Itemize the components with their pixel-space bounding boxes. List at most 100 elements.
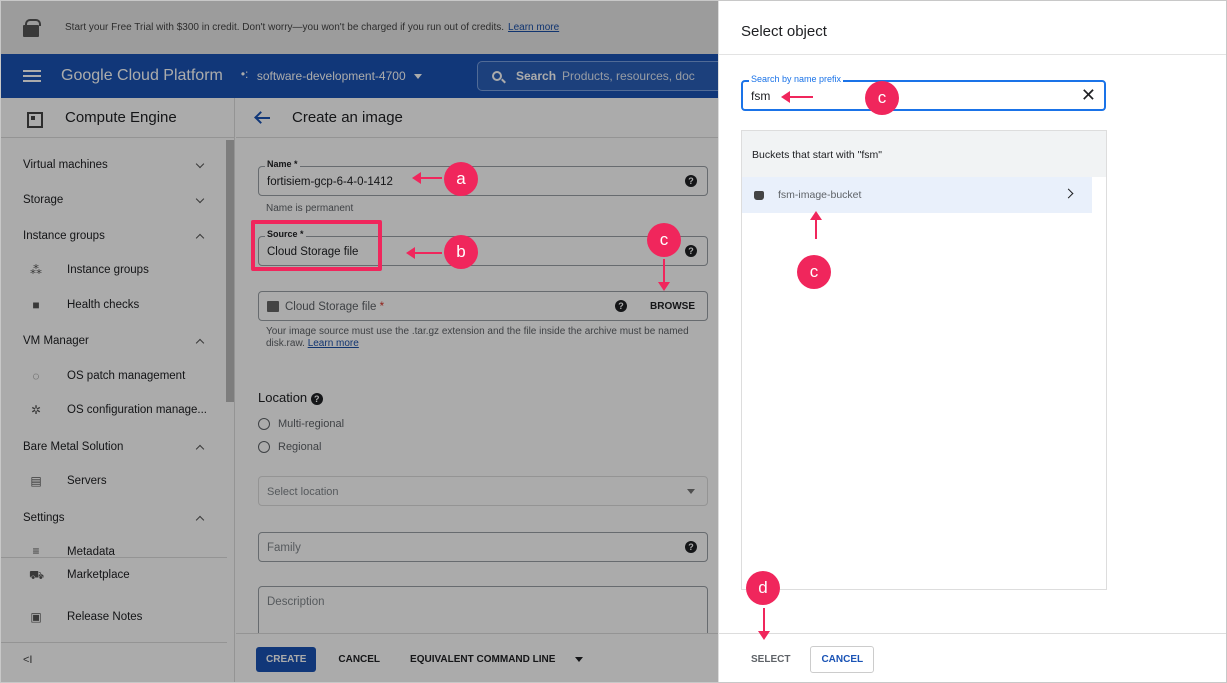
free-trial-banner: Start your Free Trial with $300 in credi… [1,1,718,54]
chevron-up-icon [195,515,205,525]
sidebar-item-marketplace[interactable]: ⛟ Marketplace [1,558,227,592]
annotation-badge-c: c [797,255,831,289]
sidebar-item-bare-metal-solution[interactable]: Bare Metal Solution [1,430,227,464]
chevron-down-icon [413,73,422,79]
sidebar-divider [1,642,227,643]
sidebar-item-instance-groups-section[interactable]: Instance groups [1,219,227,253]
bucket-list: Buckets that start with "fsm" fsm-image-… [741,130,1107,590]
annotation-arrow [658,259,670,291]
chevron-down-icon [687,489,695,494]
cancel-button[interactable]: CANCEL [338,654,380,665]
sidebar-item-label: Settings [23,512,65,524]
annotation-arrow [781,91,813,103]
sidebar-item-label: Bare Metal Solution [23,441,124,453]
sidebar-item-label: Health checks [67,299,140,311]
sidebar-scrollbar[interactable] [226,140,234,402]
location-select[interactable]: Select location [258,476,708,506]
marketplace-icon: ⛟ [29,568,45,582]
servers-icon: ▤ [30,474,42,488]
chevron-down-icon [195,159,205,169]
help-icon[interactable]: ? [685,541,697,553]
sidebar-item-release-notes[interactable]: ▣ Release Notes [1,600,227,634]
compute-engine-icon [23,108,43,128]
sidebar-item-instance-groups[interactable]: ⁂ Instance groups [1,253,227,287]
sidebar-item-os-configuration[interactable]: ✲ OS configuration manage... [1,393,227,427]
learn-more-link[interactable]: Learn more [308,338,359,349]
bucket-list-header: Buckets that start with "fsm" [742,131,1106,177]
page-title: Create an image [292,109,403,126]
top-navigation-bar: Google Cloud Platform software-developme… [1,54,718,98]
sidebar-item-health-checks[interactable]: ■ Health checks [1,288,227,322]
cloud-storage-hint: Your image source must use the .tar.gz e… [266,326,689,349]
help-icon[interactable]: ? [310,392,323,405]
help-icon[interactable]: ? [615,300,627,312]
metadata-icon: ≡ [32,544,40,556]
location-select-placeholder: Select location [267,486,339,498]
brand-title[interactable]: Google Cloud Platform [61,67,223,85]
annotation-badge-d: d [746,571,780,605]
os-patch-icon: ◌ [32,369,40,383]
os-config-icon: ✲ [30,403,42,417]
drawer-divider [719,54,1226,55]
help-icon[interactable]: ? [685,245,697,257]
compute-engine-app: Start your Free Trial with $300 in credi… [1,1,718,682]
back-arrow-icon[interactable] [256,116,270,119]
select-button[interactable]: SELECT [751,654,790,665]
location-radio-multi-regional[interactable]: Multi-regional [258,418,344,430]
sidebar-item-label: Storage [23,194,64,206]
sidebar-item-label: Release Notes [67,611,143,623]
create-button[interactable]: CREATE [256,646,317,672]
cloud-storage-file-label: Cloud Storage file * [285,301,385,313]
browse-button[interactable]: BROWSE [650,301,695,312]
chevron-up-icon [195,444,205,454]
screenshot-root: Start your Free Trial with $300 in credi… [0,0,1227,683]
menu-icon[interactable] [23,70,41,82]
drawer-footer: SELECT CANCEL [719,633,1226,682]
chevron-down-icon [195,194,205,204]
sidebar-item-virtual-machines[interactable]: Virtual machines [1,148,227,182]
collapse-sidebar-button[interactable]: <I [23,654,32,666]
annotation-arrow [810,211,822,239]
project-selector[interactable]: software-development-4700 [241,67,422,83]
sidebar-item-os-patch-management[interactable]: ◌ OS patch management [1,359,227,393]
name-field[interactable]: Name * fortisiem-gcp-6-4-0-1412 ? [258,159,708,196]
family-field[interactable]: Family ? [258,532,708,562]
instance-groups-icon: ⁂ [30,263,42,277]
sidebar: Compute Engine Virtual machines Storage … [1,98,235,682]
location-title: Location ? [258,390,323,405]
sidebar-item-vm-manager[interactable]: VM Manager [1,324,227,358]
sidebar-item-metadata[interactable]: ≡ Metadata [1,534,227,556]
storage-file-icon [267,301,279,312]
drawer-cancel-button[interactable]: CANCEL [810,645,875,673]
location-radio-regional[interactable]: Regional [258,441,321,453]
sidebar-item-label: Instance groups [23,230,105,242]
search-icon [492,71,502,81]
source-highlight-box [251,220,382,271]
sidebar-header: Compute Engine [1,98,234,138]
sidebar-item-label: OS configuration manage... [67,404,207,416]
help-icon[interactable]: ? [685,175,697,187]
sidebar-item-label: Servers [67,475,107,487]
annotation-arrow [758,608,770,640]
close-icon[interactable]: ✕ [1081,85,1096,105]
bucket-name: fsm-image-bucket [778,189,862,201]
annotation-badge-c: c [865,81,899,115]
prefix-search-label: Search by name prefix [749,74,844,84]
cloud-storage-file-field[interactable]: Cloud Storage file * ? BROWSE [258,291,708,321]
bucket-row[interactable]: fsm-image-bucket [742,177,1092,213]
equivalent-command-line-button[interactable]: EQUIVALENT COMMAND LINE [410,654,555,665]
description-placeholder: Description [267,596,325,608]
sidebar-item-label: VM Manager [23,335,89,347]
chevron-up-icon [195,338,205,348]
annotation-badge-a: a [444,162,478,196]
sidebar-item-storage[interactable]: Storage [1,183,227,217]
search-bar[interactable]: Search Products, resources, doc [477,61,718,91]
annotation-badge-b: b [444,235,478,269]
sidebar-item-settings[interactable]: Settings [1,501,227,535]
chevron-down-icon[interactable] [575,656,584,662]
project-icon [241,67,251,81]
chevron-right-icon[interactable] [1063,188,1074,199]
radio-label: Regional [278,441,322,453]
sidebar-item-servers[interactable]: ▤ Servers [1,464,227,498]
free-trial-learn-more-link[interactable]: Learn more [508,22,559,33]
